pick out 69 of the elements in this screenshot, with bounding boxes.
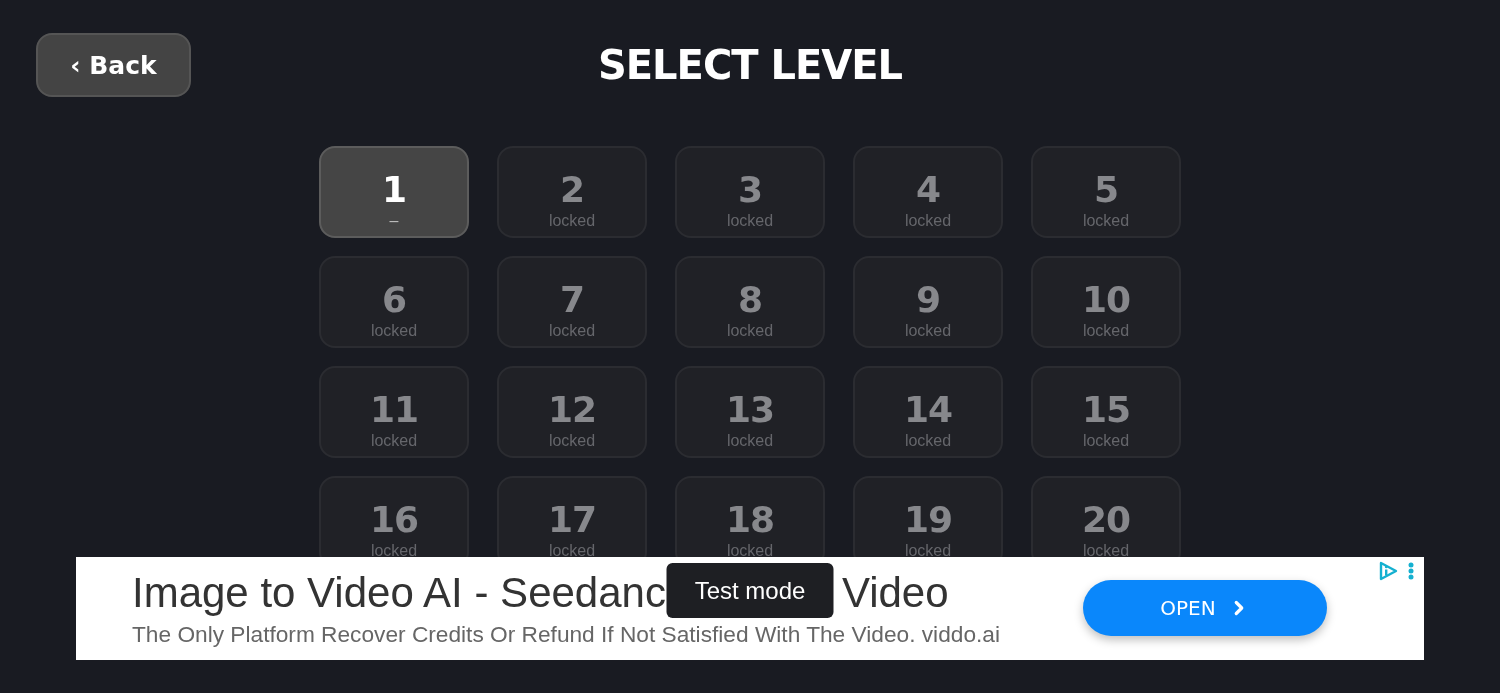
back-button[interactable]: ‹ Back — [36, 33, 191, 97]
level-status: locked — [726, 322, 774, 340]
ad-headline: Video — [841, 569, 949, 617]
level-number: 3 — [737, 170, 763, 210]
level-number: 7 — [559, 280, 585, 320]
level-number: 20 — [1081, 500, 1131, 540]
locked-level-tile[interactable]: 7 locked — [497, 256, 647, 348]
level-status: locked — [904, 212, 952, 230]
locked-level-tile[interactable]: 13 locked — [675, 366, 825, 458]
locked-level-tile[interactable]: 4 locked — [853, 146, 1003, 238]
level-status: locked — [370, 542, 418, 557]
level-number: 15 — [1081, 390, 1131, 430]
locked-level-tile[interactable]: 16 locked — [319, 476, 469, 557]
locked-level-tile[interactable]: 3 locked — [675, 146, 825, 238]
level-status: locked — [904, 322, 952, 340]
level-number: 8 — [737, 280, 763, 320]
level-status: locked — [1082, 212, 1130, 230]
level-number: 14 — [903, 390, 953, 430]
ad-description: The Only Platform Recover Credits Or Refund If Not Satisfied With The Video. viddo.ai — [132, 620, 1001, 648]
level-status: locked — [370, 322, 418, 340]
level-number: 17 — [547, 500, 597, 540]
locked-level-tile[interactable]: 17 locked — [497, 476, 647, 557]
level-status: locked — [548, 542, 596, 557]
level-status: locked — [726, 542, 774, 557]
level-status: locked — [726, 432, 774, 450]
level-status: locked — [548, 212, 596, 230]
ad-info-icon[interactable] — [1378, 561, 1398, 581]
test-mode-toast: Test mode — [666, 563, 834, 618]
level-status: locked — [904, 542, 952, 557]
level-number: 10 — [1081, 280, 1131, 320]
locked-level-tile[interactable]: 20 locked — [1031, 476, 1181, 557]
locked-level-tile[interactable]: 19 locked — [853, 476, 1003, 557]
locked-level-tile[interactable]: 10 locked — [1031, 256, 1181, 348]
level-number: 18 — [725, 500, 775, 540]
locked-level-tile[interactable]: 5 locked — [1031, 146, 1181, 238]
level-status: locked — [1082, 432, 1130, 450]
locked-level-tile[interactable]: 8 locked — [675, 256, 825, 348]
locked-level-tile[interactable]: 14 locked — [853, 366, 1003, 458]
level-status: – — [389, 212, 399, 230]
level-status: locked — [904, 432, 952, 450]
locked-level-tile[interactable]: 9 locked — [853, 256, 1003, 348]
level-number: 13 — [725, 390, 775, 430]
level-status: locked — [548, 322, 596, 340]
locked-level-tile[interactable]: 12 locked — [497, 366, 647, 458]
level-number: 2 — [559, 170, 585, 210]
locked-level-tile[interactable]: 6 locked — [319, 256, 469, 348]
level-tile[interactable]: 1 – — [319, 146, 469, 238]
level-number: 16 — [369, 500, 419, 540]
level-number: 5 — [1093, 170, 1119, 210]
level-number: 19 — [903, 500, 953, 540]
level-status: locked — [1082, 542, 1130, 557]
level-number: 6 — [381, 280, 407, 320]
ad-headline: Image to Video AI - Seedanc — [132, 569, 666, 617]
level-status: locked — [370, 432, 418, 450]
locked-level-tile[interactable]: 11 locked — [319, 366, 469, 458]
locked-level-tile[interactable]: 15 locked — [1031, 366, 1181, 458]
level-number: 12 — [547, 390, 597, 430]
page-title: SELECT LEVEL — [597, 42, 903, 88]
more-options-icon[interactable] — [1408, 562, 1414, 580]
open-button[interactable]: OPEN — [1083, 579, 1327, 636]
level-status: locked — [548, 432, 596, 450]
level-status: locked — [726, 212, 774, 230]
level-number: 1 — [381, 170, 407, 210]
level-number: 11 — [369, 390, 419, 430]
locked-level-tile[interactable]: 2 locked — [497, 146, 647, 238]
level-number: 4 — [915, 170, 941, 210]
locked-level-tile[interactable]: 18 locked — [675, 476, 825, 557]
level-number: 9 — [915, 280, 941, 320]
level-status: locked — [1082, 322, 1130, 340]
